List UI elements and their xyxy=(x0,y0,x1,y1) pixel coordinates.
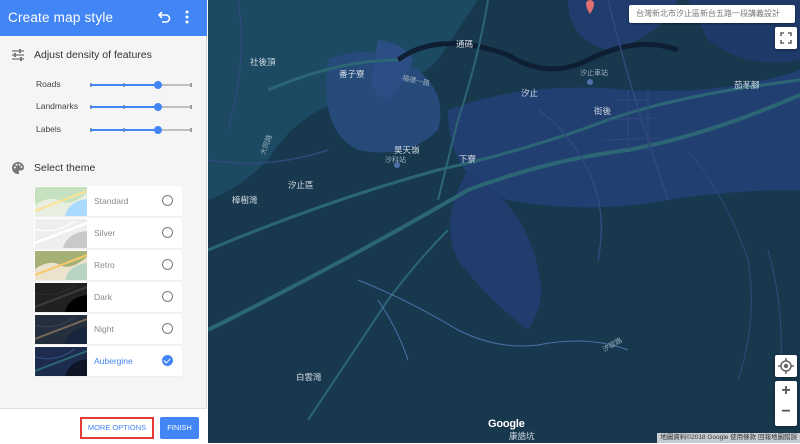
map-label: 汐止區 xyxy=(288,180,314,190)
theme-label: Aubergine xyxy=(94,356,133,366)
slider-fill xyxy=(90,106,158,108)
theme-dark[interactable]: Dark xyxy=(34,282,182,313)
more-vert-icon[interactable] xyxy=(182,9,192,25)
theme-section-title: Select theme xyxy=(34,162,96,174)
map-label: 汐止車站 xyxy=(580,70,608,77)
my-location-button[interactable] xyxy=(775,355,797,377)
panel-header: Create map style xyxy=(0,0,207,36)
theme-radio[interactable] xyxy=(162,259,173,270)
slider-knob[interactable] xyxy=(154,81,162,89)
labels-slider[interactable] xyxy=(90,126,192,134)
style-panel: Create map style Adjust density of featu… xyxy=(0,0,207,444)
map-search-box[interactable]: 台灣新北市汐止區新台五路一段講義設計 xyxy=(629,5,795,23)
tune-icon xyxy=(12,49,24,61)
my-location-icon xyxy=(778,358,794,374)
slider-tick xyxy=(190,128,192,132)
theme-retro[interactable]: Retro xyxy=(34,250,182,281)
theme-label: Silver xyxy=(94,228,116,238)
theme-radio[interactable] xyxy=(162,291,173,302)
density-section-title: Adjust density of features xyxy=(34,49,152,61)
slider-tick xyxy=(190,83,192,87)
map-attribution[interactable]: 地圖資料©2018 Google 使用條款 回報地圖錯誤 xyxy=(657,433,800,443)
fullscreen-icon xyxy=(780,32,792,44)
aubergine-thumbnail xyxy=(35,347,87,376)
map-label: 茄苳腳 xyxy=(734,80,760,90)
theme-radio-selected[interactable] xyxy=(162,355,173,366)
landmarks-slider-row: Landmarks xyxy=(0,100,207,114)
landmarks-slider[interactable] xyxy=(90,103,192,111)
theme-label: Standard xyxy=(94,196,129,206)
roads-slider[interactable] xyxy=(90,81,192,89)
map-label: 樟樹灣 xyxy=(232,195,258,205)
standard-thumbnail xyxy=(35,187,87,216)
theme-label: Dark xyxy=(94,292,112,302)
silver-thumbnail xyxy=(35,219,87,248)
slider-fill xyxy=(90,84,158,86)
panel-footer: MORE OPTIONS FINISH xyxy=(0,408,207,444)
theme-radio[interactable] xyxy=(162,227,173,238)
theme-standard[interactable]: Standard xyxy=(34,186,182,217)
dark-thumbnail xyxy=(35,283,87,312)
slider-fill xyxy=(90,129,158,131)
map-label: 社後頂 xyxy=(250,57,276,67)
map-label: 通碼 xyxy=(456,39,474,49)
map-label: 街後 xyxy=(594,106,612,116)
undo-icon[interactable] xyxy=(156,9,172,25)
map-label: 下寮 xyxy=(459,154,477,164)
google-logo: Google xyxy=(488,418,525,430)
map-label: 康誥坑 xyxy=(509,431,535,441)
panel-title: Create map style xyxy=(8,10,114,25)
theme-radio[interactable] xyxy=(162,323,173,334)
theme-silver[interactable]: Silver xyxy=(34,218,182,249)
slider-knob[interactable] xyxy=(154,103,162,111)
roads-label: Roads xyxy=(36,79,61,89)
zoom-control: + − xyxy=(775,381,797,426)
night-thumbnail xyxy=(35,315,87,344)
map-label: 白雲灣 xyxy=(296,372,322,382)
zoom-out-button[interactable]: − xyxy=(775,403,797,421)
map-label: 番子寮 xyxy=(339,69,365,79)
map-canvas[interactable]: 社後頂 通碼 番子寮 汐止 汐止車站 茄苳腳 街後 昊天嶺 汐科站 下寮 汐止區… xyxy=(208,0,800,443)
map-label: 汐止 xyxy=(521,88,539,98)
finish-button[interactable]: FINISH xyxy=(160,417,199,439)
theme-night[interactable]: Night xyxy=(34,314,182,345)
theme-label: Retro xyxy=(94,260,115,270)
zoom-in-button[interactable]: + xyxy=(775,382,797,400)
slider-tick xyxy=(190,105,192,109)
slider-knob[interactable] xyxy=(154,126,162,134)
theme-radio[interactable] xyxy=(162,195,173,206)
more-options-button[interactable]: MORE OPTIONS xyxy=(80,417,154,439)
labels-label: Labels xyxy=(36,124,62,134)
roads-slider-row: Roads xyxy=(0,78,207,92)
fullscreen-button[interactable] xyxy=(775,27,797,49)
retro-thumbnail xyxy=(35,251,87,280)
palette-icon xyxy=(12,162,24,174)
theme-aubergine[interactable]: Aubergine xyxy=(34,346,182,377)
landmarks-label: Landmarks xyxy=(36,101,79,111)
labels-slider-row: Labels xyxy=(0,123,207,137)
map-label: 汐科站 xyxy=(385,157,406,164)
theme-label: Night xyxy=(94,324,114,334)
